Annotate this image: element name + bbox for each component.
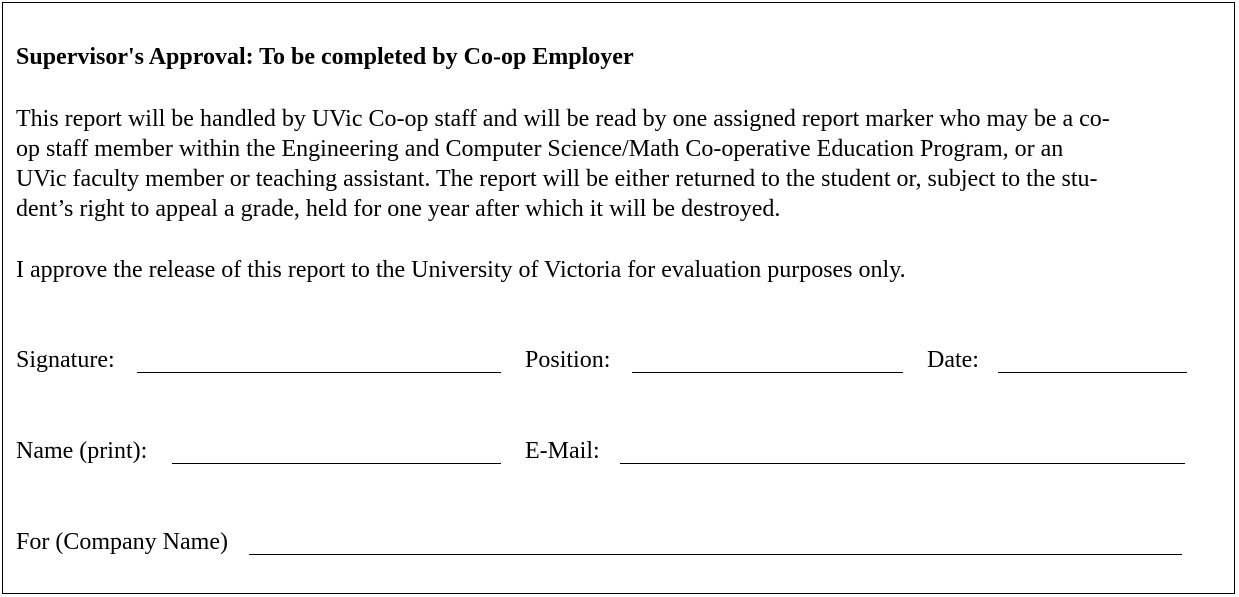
form-title: Supervisor's Approval: To be completed b…	[16, 44, 634, 70]
date-label: Date:	[927, 347, 979, 373]
signature-field[interactable]	[137, 372, 501, 373]
email-field[interactable]	[620, 463, 1185, 464]
paragraph-line: op staff member within the Engineering a…	[16, 136, 1064, 162]
date-field[interactable]	[998, 372, 1187, 373]
handling-paragraph: This report will be handled by UVic Co-o…	[16, 104, 1110, 224]
form-border	[2, 2, 1235, 594]
paragraph-line: UVic faculty member or teaching assistan…	[16, 166, 1098, 192]
company-name-field[interactable]	[249, 554, 1182, 555]
paragraph-line: This report will be handled by UVic Co-o…	[16, 106, 1110, 132]
email-label: E-Mail:	[525, 438, 600, 464]
paragraph-line: dent’s right to appeal a grade, held for…	[16, 196, 781, 222]
signature-label: Signature:	[16, 347, 115, 373]
name-field[interactable]	[172, 463, 501, 464]
approval-statement: I approve the release of this report to …	[16, 257, 906, 283]
position-label: Position:	[525, 347, 611, 373]
name-label: Name (print):	[16, 438, 148, 464]
company-label: For (Company Name)	[16, 529, 228, 555]
position-field[interactable]	[632, 372, 903, 373]
